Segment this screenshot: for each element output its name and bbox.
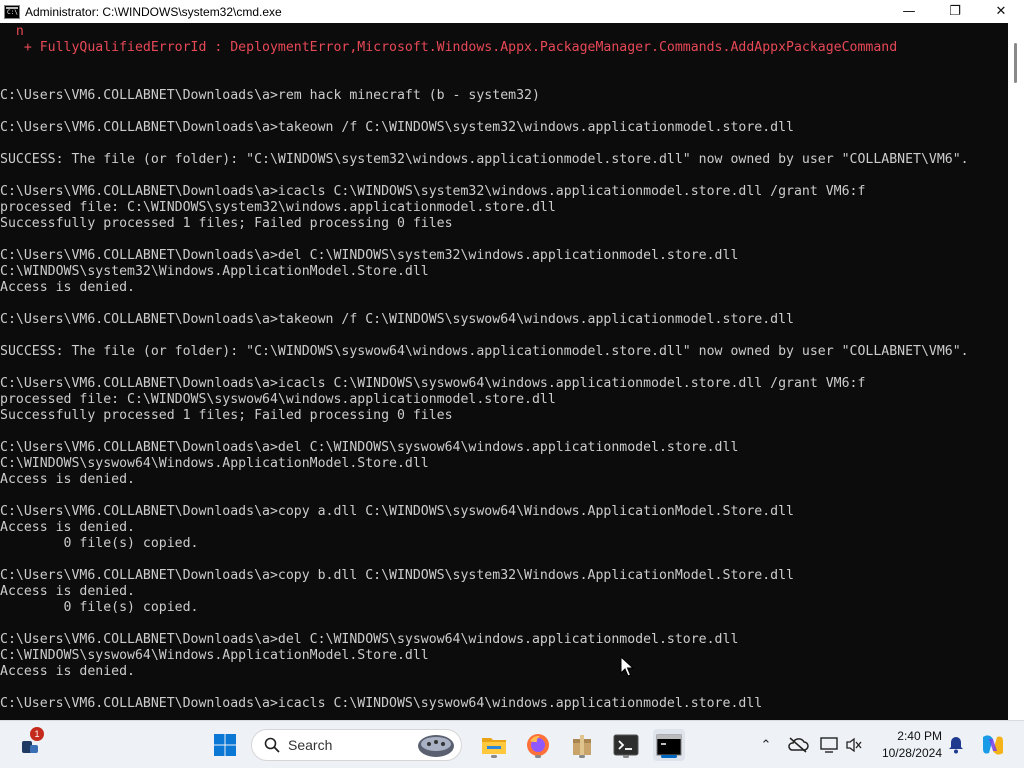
restore-icon: ❐ bbox=[949, 4, 961, 19]
console-line: SUCCESS: The file (or folder): "C:\WINDO… bbox=[0, 152, 969, 167]
window-controls: — ❐ ✕ bbox=[886, 0, 1024, 23]
package-icon bbox=[573, 735, 591, 755]
console-line: SUCCESS: The file (or folder): "C:\WINDO… bbox=[0, 344, 969, 359]
copilot-button[interactable] bbox=[980, 721, 1006, 768]
clock[interactable]: 2:40 PM 10/28/2024 bbox=[872, 728, 942, 762]
running-indicator bbox=[623, 755, 629, 758]
cmd-icon bbox=[656, 734, 682, 756]
firefox-button[interactable] bbox=[522, 729, 554, 761]
console-line: Access is denied. bbox=[0, 584, 135, 599]
search-icon bbox=[264, 737, 280, 753]
console-line: 0 file(s) copied. bbox=[0, 536, 199, 551]
minimize-icon: — bbox=[902, 4, 916, 19]
folder-icon bbox=[482, 738, 506, 754]
maximize-button[interactable]: ❐ bbox=[932, 0, 978, 23]
search-highlight-icon bbox=[418, 735, 454, 757]
console-line: processed file: C:\WINDOWS\syswow64\wind… bbox=[0, 392, 556, 407]
start-button[interactable] bbox=[209, 729, 241, 761]
console-lines: n + FullyQualifiedErrorId : DeploymentEr… bbox=[0, 24, 969, 712]
running-indicator bbox=[579, 755, 585, 758]
show-hidden-icons-chevron-icon[interactable]: ⌃ bbox=[756, 738, 776, 753]
notification-badge: 1 bbox=[30, 727, 44, 741]
copilot-icon bbox=[983, 735, 1003, 755]
console-line: Access is denied. bbox=[0, 280, 135, 295]
console-line: C:\Users\VM6.COLLABNET\Downloads\a>rem h… bbox=[0, 88, 540, 103]
console-line: 0 file(s) copied. bbox=[0, 600, 199, 615]
console-line: C:\WINDOWS\syswow64\Windows.ApplicationM… bbox=[0, 456, 429, 471]
console-line: C:\Users\VM6.COLLABNET\Downloads\a>del C… bbox=[0, 440, 739, 455]
mouse-cursor-icon bbox=[620, 656, 634, 677]
windows-logo-icon bbox=[214, 734, 236, 756]
scrollbar-thumb[interactable] bbox=[1014, 43, 1017, 83]
console-line: C:\WINDOWS\syswow64\Windows.ApplicationM… bbox=[0, 648, 429, 663]
search-label: Search bbox=[288, 737, 333, 753]
vertical-scrollbar[interactable] bbox=[1008, 23, 1024, 720]
console-line: C:\Users\VM6.COLLABNET\Downloads\a>icacl… bbox=[0, 184, 866, 199]
close-button[interactable]: ✕ bbox=[978, 0, 1024, 23]
cmd-app-icon[interactable]: C:\ bbox=[4, 4, 20, 19]
console-line: Access is denied. bbox=[0, 664, 135, 679]
clock-date: 10/28/2024 bbox=[881, 746, 942, 760]
console-line: C:\Users\VM6.COLLABNET\Downloads\a>takeo… bbox=[0, 312, 794, 327]
window-title: Administrator: C:\WINDOWS\system32\cmd.e… bbox=[25, 4, 282, 19]
console-line: C:\Users\VM6.COLLABNET\Downloads\a>copy … bbox=[0, 568, 794, 583]
taskbar: 1 Search ⌃ 2:40 PM 10/28/2024 bbox=[0, 720, 1024, 768]
console-output[interactable]: n + FullyQualifiedErrorId : DeploymentEr… bbox=[0, 23, 1008, 720]
console-line: C:\Users\VM6.COLLABNET\Downloads\a>del C… bbox=[0, 248, 739, 263]
close-icon: ✕ bbox=[995, 4, 1007, 19]
cloud-offline-icon bbox=[788, 737, 809, 753]
console-line: Access is denied. bbox=[0, 520, 135, 535]
console-line: processed file: C:\WINDOWS\system32\wind… bbox=[0, 200, 556, 215]
volume-muted-icon bbox=[846, 737, 862, 753]
file-explorer-button[interactable] bbox=[478, 729, 510, 761]
volume-status[interactable] bbox=[845, 721, 863, 768]
system-tray: ⌃ bbox=[756, 721, 776, 768]
active-indicator bbox=[661, 755, 677, 758]
firefox-icon bbox=[527, 734, 549, 756]
terminal-icon bbox=[613, 734, 639, 756]
console-line: C:\Users\VM6.COLLABNET\Downloads\a>icacl… bbox=[0, 696, 763, 711]
console-line: Access is denied. bbox=[0, 472, 135, 487]
title-bar[interactable]: C:\ Administrator: C:\WINDOWS\system32\c… bbox=[0, 0, 1024, 23]
running-indicator bbox=[491, 755, 497, 758]
bell-icon bbox=[949, 737, 963, 754]
network-icon bbox=[820, 737, 838, 753]
console-line: C:\Users\VM6.COLLABNET\Downloads\a>del C… bbox=[0, 632, 739, 647]
cmd-taskbar-button[interactable] bbox=[653, 729, 685, 761]
taskbar-search-box[interactable]: Search bbox=[251, 729, 462, 761]
console-line: C:\Users\VM6.COLLABNET\Downloads\a>copy … bbox=[0, 504, 794, 519]
running-indicator bbox=[535, 755, 541, 758]
widgets-button[interactable]: 1 bbox=[18, 727, 46, 757]
network-status[interactable] bbox=[819, 721, 839, 768]
console-line: C:\Users\VM6.COLLABNET\Downloads\a>takeo… bbox=[0, 120, 794, 135]
console-line: C:\WINDOWS\system32\Windows.ApplicationM… bbox=[0, 264, 429, 279]
notifications-button[interactable] bbox=[948, 721, 964, 768]
console-line: + FullyQualifiedErrorId : DeploymentErro… bbox=[0, 40, 898, 55]
clock-time: 2:40 PM bbox=[897, 729, 942, 743]
console-line: Successfully processed 1 files; Failed p… bbox=[0, 216, 453, 231]
console-line: Successfully processed 1 files; Failed p… bbox=[0, 408, 453, 423]
console-line: C:\Users\VM6.COLLABNET\Downloads\a>icacl… bbox=[0, 376, 866, 391]
console-line: n bbox=[0, 24, 24, 39]
minimize-button[interactable]: — bbox=[886, 0, 932, 23]
onedrive-status[interactable] bbox=[787, 721, 809, 768]
package-app-button[interactable] bbox=[566, 729, 598, 761]
terminal-button[interactable] bbox=[610, 729, 642, 761]
